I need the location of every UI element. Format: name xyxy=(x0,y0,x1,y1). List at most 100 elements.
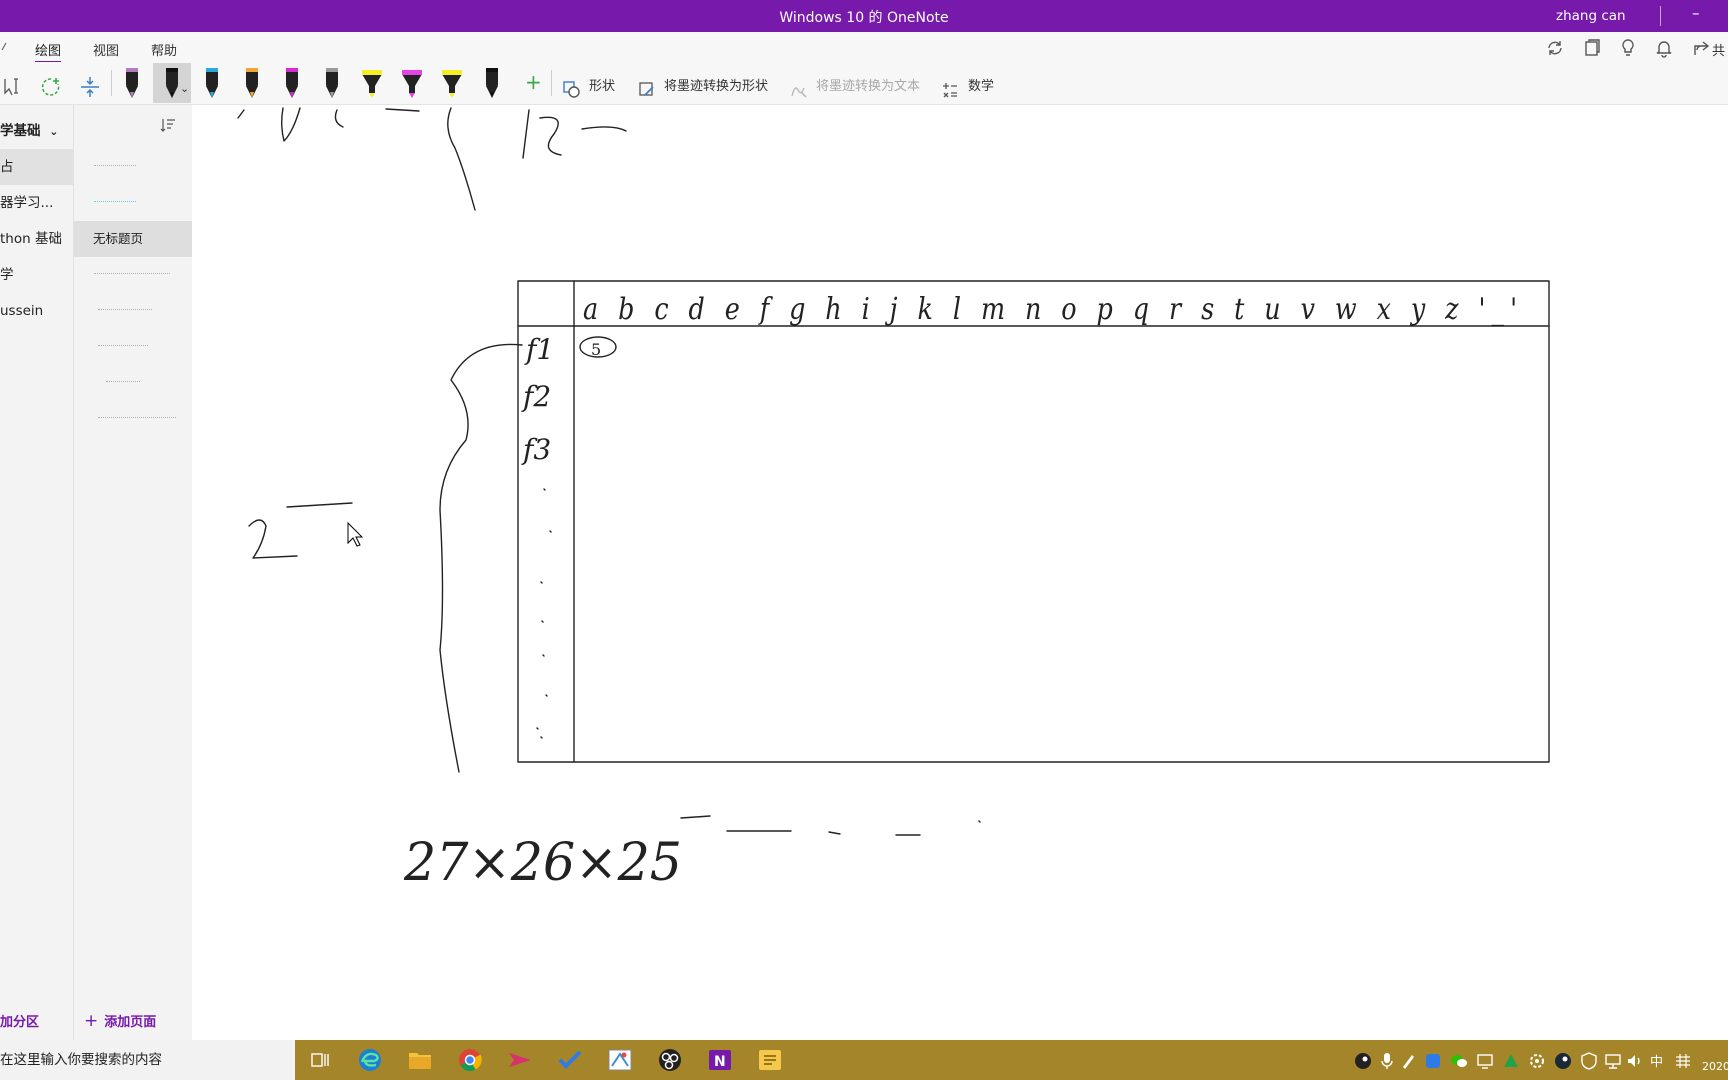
pen-icon[interactable] xyxy=(480,66,504,100)
shapes-icon[interactable] xyxy=(562,73,582,107)
security-shield-icon[interactable] xyxy=(1580,1052,1598,1070)
ink-stroke xyxy=(237,109,245,119)
add-section-button[interactable]: 加分区 xyxy=(0,1011,39,1030)
edge-icon[interactable] xyxy=(352,1045,388,1075)
share-label[interactable]: 共 xyxy=(1712,40,1725,59)
app-tray-icon[interactable] xyxy=(1424,1052,1442,1070)
pen-icon[interactable] xyxy=(280,66,304,100)
pen-icon[interactable] xyxy=(200,66,224,100)
ink-to-shape-icon[interactable] xyxy=(637,73,657,107)
pen-tray-icon[interactable] xyxy=(1400,1052,1416,1070)
page-item-3[interactable]: 无标题页 xyxy=(74,221,192,257)
add-pen-button[interactable]: + xyxy=(525,70,542,94)
ink-stroke xyxy=(286,502,353,508)
ink-stroke xyxy=(248,519,298,559)
shapes-button[interactable]: 形状 xyxy=(589,75,615,94)
page-item-6[interactable] xyxy=(74,329,192,365)
wechat-icon[interactable] xyxy=(1450,1052,1468,1070)
onenote-icon[interactable]: N xyxy=(702,1045,738,1075)
todo-icon[interactable] xyxy=(552,1045,588,1075)
draw-toolbar: ⌄ + 形状 将墨迹转换为形状 将墨迹转换为文本 数学 xyxy=(0,62,1728,105)
page-item-7[interactable] xyxy=(74,365,192,401)
ink-stroke xyxy=(385,108,420,112)
section-list-pane: 学基础 ⌄ 占 器学习... thon 基础 学 ussein xyxy=(0,105,73,1040)
steam-icon[interactable] xyxy=(1554,1052,1572,1070)
insert-space-icon[interactable] xyxy=(79,70,101,104)
ink-to-text-icon xyxy=(791,87,807,98)
ink-to-shape-button[interactable]: 将墨迹转换为形状 xyxy=(664,75,768,94)
obs-icon[interactable] xyxy=(652,1045,688,1075)
section-item-1[interactable]: 占 xyxy=(0,149,73,185)
page-ink-thumbnail xyxy=(94,201,136,206)
lightbulb-icon[interactable] xyxy=(1618,38,1638,58)
title-bar: Windows 10 的 OneNote zhang can – xyxy=(0,0,1728,32)
highlighter-icon[interactable] xyxy=(440,66,464,100)
add-space-icon[interactable] xyxy=(39,70,63,104)
sticky-app-icon[interactable] xyxy=(752,1045,788,1075)
page-item-2[interactable] xyxy=(74,185,192,221)
ink-drawing: a b c d e f g h i j k l m n o p q r s t … xyxy=(237,107,1550,893)
svg-text:N: N xyxy=(714,1054,726,1070)
math-button[interactable]: 数学 xyxy=(968,75,994,94)
sort-icon[interactable] xyxy=(160,118,176,132)
tab-view[interactable]: 视图 xyxy=(93,40,119,59)
microphone-icon[interactable] xyxy=(1380,1052,1394,1070)
pen-icon[interactable] xyxy=(240,66,264,100)
page-item-4[interactable] xyxy=(74,257,192,293)
title-separator xyxy=(1660,6,1661,26)
share-icon[interactable] xyxy=(1692,38,1712,58)
page-ink-thumbnail xyxy=(98,417,176,422)
chrome-icon[interactable] xyxy=(452,1045,488,1075)
pen-options-chevron-icon[interactable]: ⌄ xyxy=(180,82,189,95)
page-ink-thumbnail xyxy=(106,381,140,386)
notebook-title[interactable]: 学基础 ⌄ xyxy=(0,119,58,139)
task-view-icon[interactable] xyxy=(302,1045,338,1075)
page-ink-thumbnail xyxy=(94,273,170,278)
notebooks-icon[interactable] xyxy=(1582,38,1602,58)
ink-dots xyxy=(536,488,552,739)
display-icon[interactable] xyxy=(1476,1052,1494,1070)
clock-date[interactable]: 2020 xyxy=(1702,1060,1728,1073)
network-icon[interactable] xyxy=(1604,1052,1622,1070)
section-item-4[interactable]: 学 xyxy=(0,257,73,293)
paper-plane-icon[interactable] xyxy=(502,1045,538,1075)
add-page-button[interactable]: + 添加页面 xyxy=(84,1011,156,1031)
steam-tray-icon[interactable] xyxy=(1354,1052,1372,1070)
highlighter-icon[interactable] xyxy=(400,66,424,100)
window-title: Windows 10 的 OneNote xyxy=(779,10,949,26)
lasso-select-icon[interactable] xyxy=(2,70,24,104)
section-item-5[interactable]: ussein xyxy=(0,293,73,329)
page-canvas[interactable]: a b c d e f g h i j k l m n o p q r s t … xyxy=(192,105,1728,1040)
green-app-icon[interactable] xyxy=(1502,1052,1520,1070)
ink-row-label-2: f2 xyxy=(521,380,551,413)
sync-icon[interactable] xyxy=(1545,38,1565,58)
section-item-2[interactable]: 器学习... xyxy=(0,185,73,221)
user-name[interactable]: zhang can xyxy=(1556,8,1626,24)
taskbar: 在这里输入你要搜索的内容 N 中 2020 xyxy=(0,1040,1728,1080)
bell-icon[interactable] xyxy=(1654,38,1674,58)
page-item-1[interactable] xyxy=(74,149,192,185)
pen-icon[interactable] xyxy=(120,66,144,100)
ime-indicator[interactable]: 中 xyxy=(1650,1051,1663,1070)
ime-grid-icon[interactable] xyxy=(1674,1052,1692,1070)
page-item-8[interactable] xyxy=(74,401,192,437)
highlighter-icon[interactable] xyxy=(360,66,384,100)
ink-stroke xyxy=(522,109,530,159)
pen-icon[interactable] xyxy=(320,66,344,100)
tab-draw[interactable]: 绘图 xyxy=(35,40,62,64)
ink-table-header-letters: a b c d e f g h i j k l m n o p q r s t … xyxy=(583,292,1523,327)
taskbar-search-box[interactable]: 在这里输入你要搜索的内容 xyxy=(0,1040,295,1080)
paint-icon[interactable] xyxy=(602,1045,638,1075)
page-item-5[interactable] xyxy=(74,293,192,329)
back-chevron-icon[interactable] xyxy=(0,42,8,52)
tab-help[interactable]: 帮助 xyxy=(151,40,177,59)
ink-bottom-formula: 27×26×25 xyxy=(403,833,682,893)
volume-icon[interactable] xyxy=(1626,1052,1644,1070)
toolbar-separator xyxy=(111,70,112,96)
section-item-3[interactable]: thon 基础 xyxy=(0,221,73,257)
page-ink-thumbnail xyxy=(98,345,148,350)
minimize-button[interactable]: – xyxy=(1692,4,1700,22)
file-explorer-icon[interactable] xyxy=(402,1045,438,1075)
math-icon[interactable] xyxy=(940,73,960,107)
settings-tray-icon[interactable] xyxy=(1528,1052,1546,1070)
